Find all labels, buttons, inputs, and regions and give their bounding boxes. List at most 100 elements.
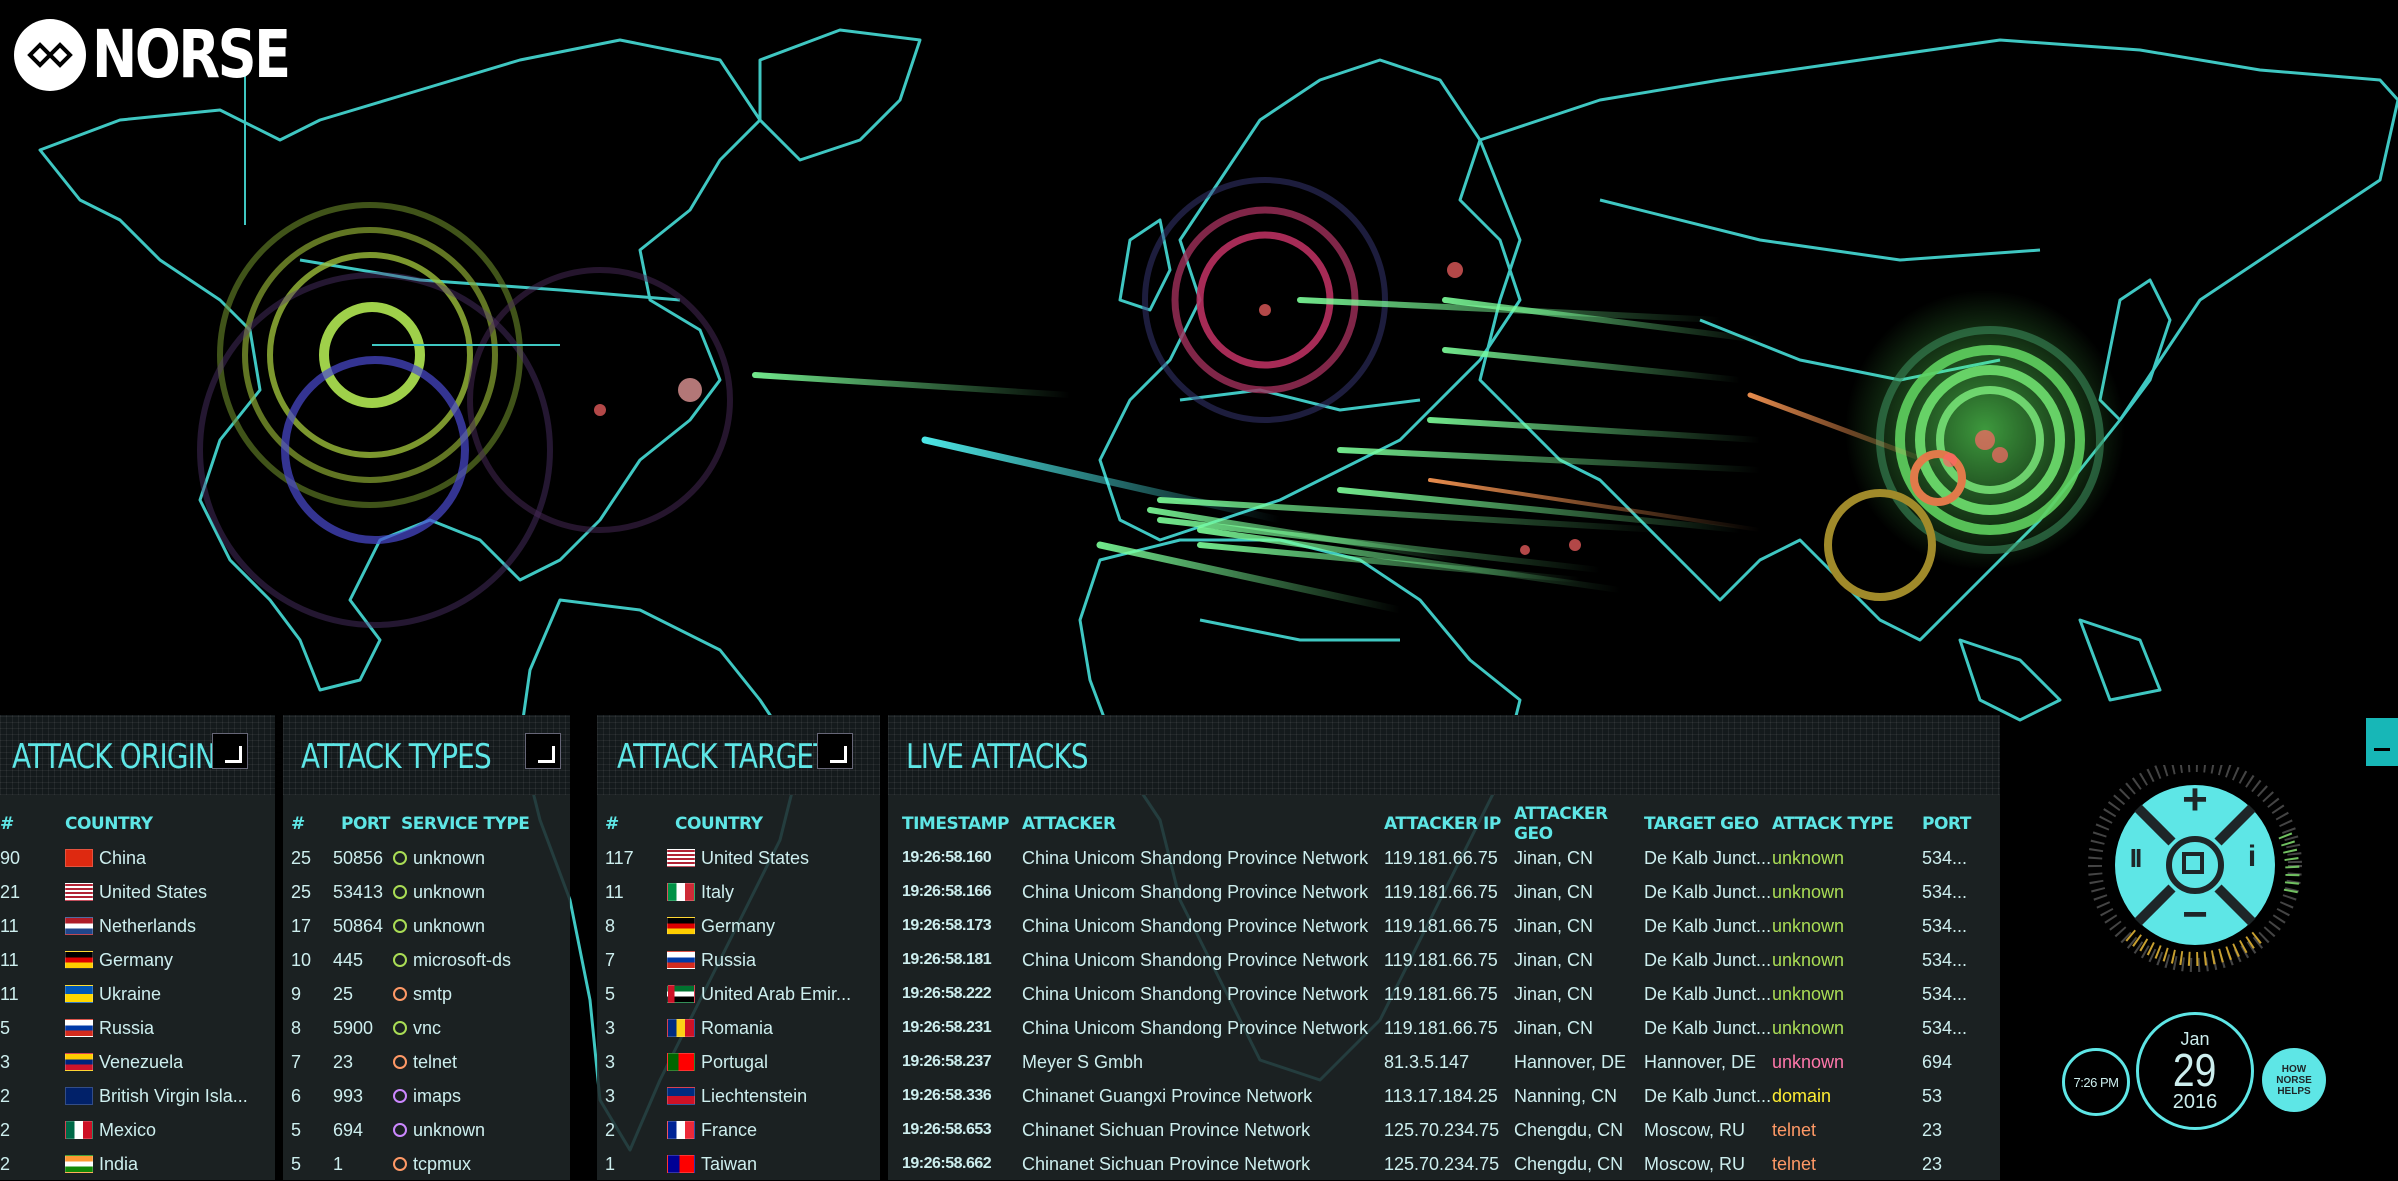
flag-icon: [65, 849, 93, 867]
attacker-ip: 119.181.66.75: [1384, 881, 1498, 902]
table-row[interactable]: 19:26:58.336 Chinanet Guangxi Province Ne…: [888, 1079, 2000, 1113]
list-item: 21 United States: [0, 875, 275, 909]
country-name: Romania: [701, 1017, 774, 1038]
attacker-geo: Chengdu, CN: [1514, 1153, 1624, 1174]
attacker-name: Meyer S Gmbh: [1022, 1051, 1144, 1072]
timestamp: 19:26:58.160: [902, 849, 992, 866]
brand-name: NORSE: [92, 16, 291, 93]
panel-toggle-icon[interactable]: [212, 733, 248, 769]
port: 534...: [1922, 915, 1968, 936]
zoom-out-icon[interactable]: −: [2175, 890, 2215, 940]
count: 3: [605, 1051, 616, 1072]
attack-type: unknown: [1772, 915, 1845, 936]
table-row[interactable]: 19:26:58.222 China Unicom Shandong Provin…: [888, 977, 2000, 1011]
list-item: 8 5900 vnc: [283, 1011, 570, 1045]
table-row[interactable]: 19:26:58.181 China Unicom Shandong Provin…: [888, 943, 2000, 977]
target-geo: De Kalb Junct...: [1644, 1017, 1772, 1038]
attacker-geo: Jinan, CN: [1514, 949, 1594, 970]
flag-icon: [667, 883, 695, 901]
fullscreen-icon[interactable]: [2182, 852, 2204, 874]
list-item: 6 993 imaps: [283, 1079, 570, 1113]
flag-icon: [65, 951, 93, 969]
side-collapse-button[interactable]: [2366, 718, 2398, 766]
country-name: United States: [701, 847, 810, 868]
attack-type: unknown: [1772, 949, 1845, 970]
panel-toggle-icon[interactable]: [817, 733, 853, 769]
list-item: 5 694 unknown: [283, 1113, 570, 1147]
count: 9: [291, 983, 302, 1004]
info-icon[interactable]: i: [2237, 840, 2267, 874]
table-row[interactable]: 19:26:58.166 China Unicom Shandong Provin…: [888, 875, 2000, 909]
list-item: 2 France: [597, 1113, 880, 1147]
list-item: 5 1 tcpmux: [283, 1147, 570, 1181]
attacker-ip: 125.70.234.75: [1384, 1119, 1500, 1140]
table-row[interactable]: 19:26:58.237 Meyer S Gmbh 81.3.5.147 Hannov…: [888, 1045, 2000, 1079]
list-item: 11 Italy: [597, 875, 880, 909]
pause-icon[interactable]: II: [2120, 843, 2150, 874]
table-row[interactable]: 19:26:58.173 China Unicom Shandong Provin…: [888, 909, 2000, 943]
attacker-geo: Jinan, CN: [1514, 915, 1594, 936]
attacker-ip: 119.181.66.75: [1384, 915, 1498, 936]
how-norse-helps-button[interactable]: HOW NORSE HELPS: [2262, 1048, 2326, 1112]
column-header: PORT: [341, 814, 390, 834]
table-row[interactable]: 19:26:58.653 Chinanet Sichuan Province Ne…: [888, 1113, 2000, 1147]
attacker-geo: Nanning, CN: [1514, 1085, 1618, 1106]
help-label: HELPS: [2277, 1085, 2311, 1097]
port: 993: [333, 1085, 364, 1106]
column-header: #: [0, 814, 14, 834]
count: 2: [0, 1119, 11, 1140]
table-header: # COUNTRY: [0, 807, 275, 841]
attack-type: unknown: [1772, 983, 1845, 1004]
service-type: imaps: [413, 1085, 462, 1106]
service-ring-icon: [393, 987, 407, 1001]
service-ring-icon: [393, 1021, 407, 1035]
port: 534...: [1922, 983, 1968, 1004]
count: 11: [0, 983, 19, 1004]
column-header: ATTACK TYPE: [1772, 814, 1894, 834]
panel-header: ATTACK TARGETS: [597, 715, 880, 795]
country-name: Venezuela: [99, 1051, 184, 1072]
count: 1: [605, 1153, 616, 1174]
list-item: 5 Russia: [0, 1011, 275, 1045]
list-item: 3 Portugal: [597, 1045, 880, 1079]
attack-beams: [752, 297, 1941, 614]
flag-icon: [667, 1155, 695, 1173]
service-type: telnet: [413, 1051, 458, 1072]
country-name: Russia: [701, 949, 757, 970]
panel-toggle-icon[interactable]: [525, 733, 561, 769]
timestamp: 19:26:58.181: [902, 951, 992, 968]
list-item: 11 Ukraine: [0, 977, 275, 1011]
flag-icon: [667, 1087, 695, 1105]
flag-icon: [65, 1019, 93, 1037]
port: 23: [1922, 1153, 1943, 1174]
types-list: 25 50856 unknown 25 53413 unknown 17 50864 unkno…: [283, 841, 570, 1181]
live-attacks-panel: LIVE ATTACKS TIMESTAMP ATTACKER ATTACKER…: [888, 715, 2000, 1180]
flag-icon: [667, 1019, 695, 1037]
table-row[interactable]: 19:26:58.231 China Unicom Shandong Provin…: [888, 1011, 2000, 1045]
norse-logo[interactable]: NORSE: [14, 16, 332, 93]
table-row[interactable]: 19:26:58.160 China Unicom Shandong Provin…: [888, 841, 2000, 875]
count: 90: [0, 847, 21, 868]
count: 10: [291, 949, 312, 970]
help-label: NORSE: [2276, 1074, 2312, 1086]
flag-icon: [65, 1155, 93, 1173]
table-row[interactable]: 19:26:58.662 Chinanet Sichuan Province Ne…: [888, 1147, 2000, 1181]
target-geo: Hannover, DE: [1644, 1051, 1757, 1072]
attack-type: unknown: [1772, 847, 1845, 868]
panel-title: ATTACK TARGETS: [617, 737, 847, 777]
attack-type: unknown: [1772, 1017, 1845, 1038]
port: 53: [1922, 1085, 1943, 1106]
timestamp: 19:26:58.231: [902, 1019, 992, 1036]
flag-icon: [65, 1087, 93, 1105]
attacker-name: Chinanet Sichuan Province Network: [1022, 1153, 1311, 1174]
count: 8: [605, 915, 616, 936]
list-item: 25 53413 unknown: [283, 875, 570, 909]
attacker-name: Chinanet Sichuan Province Network: [1022, 1119, 1311, 1140]
count: 2: [0, 1085, 11, 1106]
zoom-in-icon[interactable]: +: [2175, 775, 2215, 825]
count: 25: [291, 881, 312, 902]
list-item: 2 India: [0, 1147, 275, 1181]
count: 5: [291, 1153, 302, 1174]
table-header: TIMESTAMP ATTACKER ATTACKER IP ATTACKER …: [888, 804, 2000, 844]
count: 21: [0, 881, 21, 902]
